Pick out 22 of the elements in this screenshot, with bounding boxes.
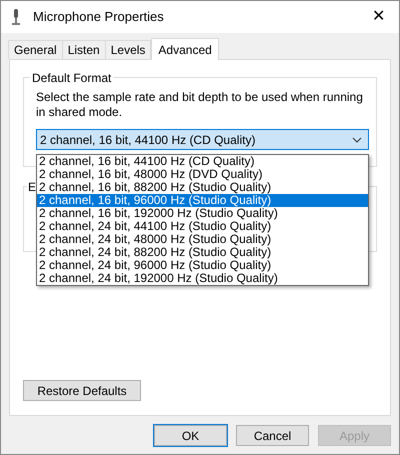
restore-defaults-button[interactable]: Restore Defaults [23,380,141,401]
window-title: Microphone Properties [33,8,164,26]
dropdown-option[interactable]: 2 channel, 16 bit, 96000 Hz (Studio Quality) [37,194,368,207]
tab[interactable]: Levels [104,40,152,59]
format-dropdown[interactable]: 2 channel, 16 bit, 44100 Hz (CD Quality) [36,129,369,150]
dropdown-option[interactable]: 2 channel, 24 bit, 48000 Hz (Studio Quality) [37,233,368,246]
dropdown-option[interactable]: 2 channel, 16 bit, 44100 Hz (CD Quality) [37,155,368,168]
tab[interactable]: General [8,40,63,59]
dialog-button[interactable]: OK [154,425,227,446]
dropdown-option[interactable]: 2 channel, 24 bit, 96000 Hz (Studio Quality) [37,259,368,272]
chevron-down-icon [352,136,362,142]
dialog-button[interactable]: Cancel [236,425,309,446]
dropdown-option[interactable]: 2 channel, 24 bit, 192000 Hz (Studio Quality) [37,272,368,285]
tab[interactable]: Advanced [151,38,219,60]
dropdown-option[interactable]: 2 channel, 16 bit, 88200 Hz (Studio Quality) [37,181,368,194]
microphone-icon [11,9,21,25]
dropdown-option[interactable]: 2 channel, 24 bit, 88200 Hz (Studio Quality) [37,246,368,259]
close-button[interactable]: ✕ [368,9,389,25]
dropdown-option[interactable]: 2 channel, 16 bit, 192000 Hz (Studio Quality) [37,207,368,220]
dropdown-option[interactable]: 2 channel, 24 bit, 44100 Hz (Studio Quality) [37,220,368,233]
description-text: Select the sample rate and bit depth to be used when running in shared mode. [36,90,364,120]
dropdown-option[interactable]: 2 channel, 16 bit, 48000 Hz (DVD Quality) [37,168,368,181]
